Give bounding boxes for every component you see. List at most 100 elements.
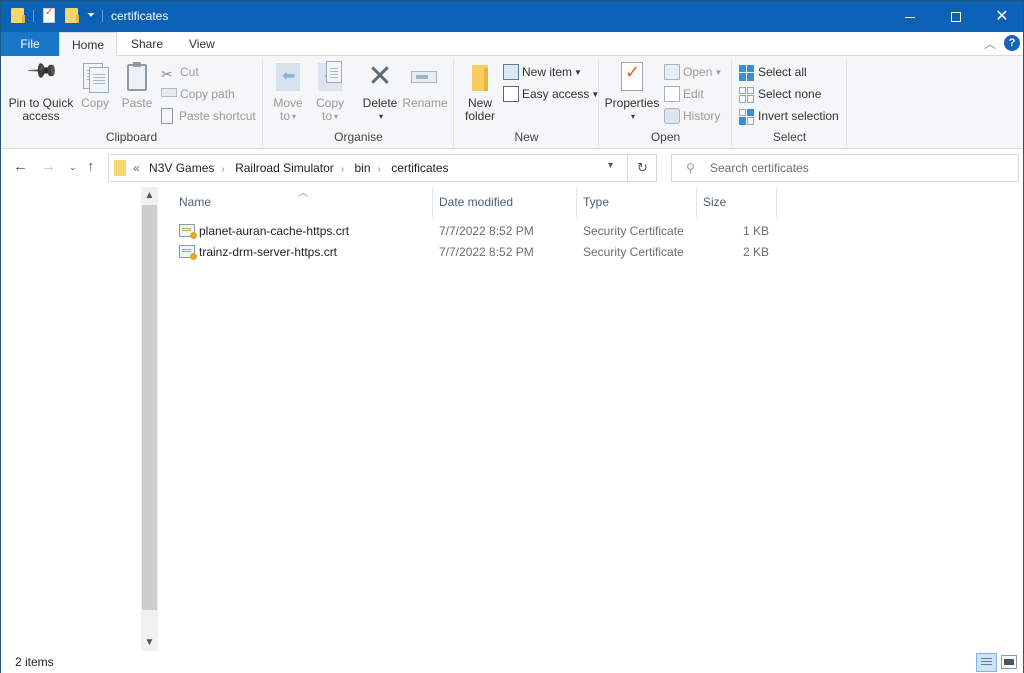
properties-checkmark-icon bbox=[616, 61, 648, 93]
address-bar[interactable]: « N3V Games › Railroad Simulator › bin › ce… bbox=[108, 154, 657, 182]
easy-access-icon bbox=[503, 85, 519, 102]
column-header-size[interactable]: Size bbox=[697, 187, 777, 217]
new-folder-label-2: folder bbox=[464, 109, 496, 123]
column-header-type[interactable]: Type bbox=[577, 187, 697, 217]
file-date-modified: 7/7/2022 8:52 PM bbox=[439, 245, 534, 259]
breadcrumb-railroad-simulator[interactable]: Railroad Simulator bbox=[235, 161, 334, 175]
paste-button[interactable]: Paste bbox=[119, 61, 155, 110]
file-row[interactable]: planet-auran-cache-https.crt 7/7/2022 8:… bbox=[173, 221, 777, 242]
tab-view[interactable]: View bbox=[177, 32, 227, 56]
details-view-icon[interactable] bbox=[976, 653, 997, 672]
file-name[interactable]: trainz-drm-server-https.crt bbox=[199, 242, 337, 263]
forward-arrow-icon[interactable]: → bbox=[41, 158, 56, 175]
file-list: ︿ Name Date modified Type Size planet-au… bbox=[161, 187, 1023, 653]
select-all-icon bbox=[739, 64, 755, 81]
organise-group-label: Organise bbox=[334, 130, 383, 144]
select-none-button[interactable]: Select none bbox=[739, 84, 821, 104]
up-arrow-icon[interactable]: ↑ bbox=[87, 158, 95, 175]
customize-quick-access-dropdown-icon[interactable]: ⏷ bbox=[87, 10, 95, 21]
item-count: 2 items bbox=[15, 655, 54, 669]
file-row[interactable]: trainz-drm-server-https.crt 7/7/2022 8:5… bbox=[173, 242, 777, 263]
paste-shortcut-label: Paste shortcut bbox=[179, 109, 256, 123]
search-input[interactable] bbox=[710, 155, 1010, 181]
maximize-icon bbox=[951, 12, 961, 23]
breadcrumb-separator[interactable]: › bbox=[378, 164, 381, 175]
paste-icon bbox=[121, 61, 153, 93]
copy-to-button[interactable]: Copyto▾ bbox=[312, 61, 348, 123]
breadcrumb-certificates[interactable]: certificates bbox=[391, 161, 448, 175]
copy-button[interactable]: Copy bbox=[77, 61, 113, 110]
new-folder-button[interactable]: New folder bbox=[461, 61, 499, 123]
help-icon[interactable]: ? bbox=[1004, 35, 1020, 51]
easy-access-button[interactable]: Easy access ▼ bbox=[503, 84, 599, 104]
maximize-button[interactable] bbox=[933, 1, 979, 32]
move-to-icon bbox=[272, 61, 304, 93]
breadcrumb-bin[interactable]: bin bbox=[354, 161, 370, 175]
open-group: Properties▾ Open▼ Edit History Open bbox=[600, 59, 732, 147]
file-name[interactable]: planet-auran-cache-https.crt bbox=[199, 221, 349, 242]
back-arrow-icon[interactable]: ← bbox=[13, 158, 28, 175]
edit-button[interactable]: Edit bbox=[664, 84, 704, 104]
paste-shortcut-button[interactable]: Paste shortcut bbox=[161, 106, 256, 126]
clipboard-group-label: Clipboard bbox=[105, 130, 158, 144]
scrollbar-thumb[interactable] bbox=[142, 205, 157, 610]
new-folder-quick-icon[interactable] bbox=[65, 8, 79, 23]
breadcrumb-separator[interactable]: › bbox=[221, 164, 224, 175]
select-group-label: Select bbox=[772, 130, 807, 144]
properties-quick-icon[interactable] bbox=[43, 7, 55, 23]
tab-share[interactable]: Share bbox=[119, 32, 175, 56]
certificate-file-icon bbox=[179, 245, 197, 260]
close-button[interactable]: ✕ bbox=[979, 1, 1024, 32]
move-label-2: to bbox=[279, 109, 290, 123]
minimize-icon bbox=[905, 16, 915, 18]
new-group-label: New bbox=[514, 130, 539, 144]
navigation-pane-scrollbar[interactable]: ▲ ▼ bbox=[141, 187, 158, 651]
rename-label: Rename bbox=[402, 96, 448, 110]
new-item-button[interactable]: New item ▼ bbox=[503, 62, 582, 82]
address-history-chevron-down-icon[interactable]: ▾ bbox=[608, 160, 613, 171]
copy-path-icon bbox=[161, 88, 177, 98]
scroll-up-chevron-icon[interactable]: ▲ bbox=[141, 187, 158, 204]
column-header-name[interactable]: Name bbox=[173, 187, 433, 217]
select-all-button[interactable]: Select all bbox=[739, 62, 807, 82]
rename-icon bbox=[409, 61, 441, 93]
organise-group: Moveto▾ Copyto▾ ✕ Delete▾ Rename Organis… bbox=[264, 59, 454, 147]
ribbon: Pin to Quickaccess Copy Paste ✂ Cut Copy … bbox=[1, 56, 1023, 149]
history-button[interactable]: History bbox=[664, 106, 720, 126]
new-group: New folder New item ▼ Easy access ▼ New bbox=[455, 59, 599, 147]
breadcrumb-n3v-games[interactable]: N3V Games bbox=[149, 161, 214, 175]
invert-selection-icon bbox=[739, 108, 755, 125]
properties-label: Properties bbox=[604, 96, 660, 110]
delete-button[interactable]: ✕ Delete ▾ bbox=[360, 61, 400, 123]
rename-button[interactable]: Rename bbox=[402, 61, 448, 110]
recent-locations-chevron-down-icon[interactable]: ⌄ bbox=[69, 162, 77, 173]
copy-path-button[interactable]: Copy path bbox=[161, 84, 235, 104]
file-explorer-window: ⏷ certificates ✕ File Home Share View ︿ … bbox=[0, 0, 1024, 673]
search-box[interactable]: ⚲ bbox=[671, 154, 1019, 182]
history-icon bbox=[664, 107, 680, 124]
column-header-date-modified[interactable]: Date modified bbox=[433, 187, 577, 217]
scroll-down-chevron-icon[interactable]: ▼ bbox=[141, 634, 158, 651]
collapse-ribbon-chevron-up-icon[interactable]: ︿ bbox=[984, 35, 996, 52]
new-folder-icon bbox=[464, 61, 496, 93]
tab-home[interactable]: Home bbox=[59, 32, 118, 57]
invert-selection-button[interactable]: Invert selection bbox=[739, 106, 839, 126]
properties-button[interactable]: Properties▾ bbox=[604, 61, 660, 123]
cut-button[interactable]: ✂ Cut bbox=[161, 62, 199, 82]
move-to-button[interactable]: Moveto▾ bbox=[270, 61, 306, 123]
navigation-bar: ← → ⌄ ↑ « N3V Games › Railroad Simulator ›… bbox=[1, 150, 1023, 186]
breadcrumb-separator[interactable]: › bbox=[341, 164, 344, 175]
tab-file[interactable]: File bbox=[1, 32, 59, 56]
paste-shortcut-icon bbox=[161, 107, 173, 124]
breadcrumb-overflow[interactable]: « bbox=[133, 161, 140, 175]
open-button[interactable]: Open ▼ bbox=[664, 62, 722, 82]
minimize-button[interactable] bbox=[887, 1, 933, 32]
pin-label-line1: Pin to Quick bbox=[8, 96, 74, 110]
delete-x-icon: ✕ bbox=[367, 60, 393, 93]
close-icon: ✕ bbox=[995, 8, 1009, 25]
pin-to-quick-access-button[interactable]: Pin to Quickaccess bbox=[7, 61, 75, 123]
large-icons-view-icon[interactable] bbox=[1001, 655, 1017, 669]
refresh-icon[interactable]: ↻ bbox=[627, 155, 657, 181]
file-type: Security Certificate bbox=[583, 245, 684, 259]
title-bar[interactable]: ⏷ certificates ✕ bbox=[1, 1, 1023, 32]
